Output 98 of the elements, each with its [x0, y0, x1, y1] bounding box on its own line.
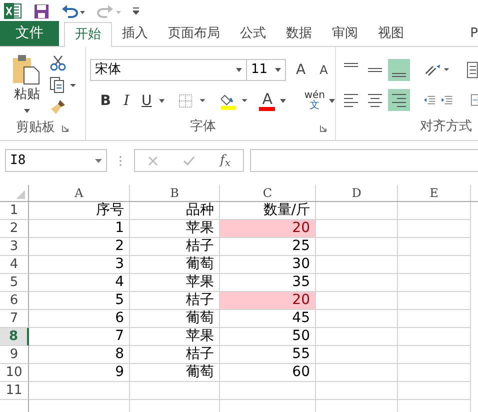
ribbon-tab[interactable]: 视图 [368, 21, 414, 46]
table-cell: 苹果 [130, 274, 220, 292]
table-cell: 25 [220, 238, 316, 256]
table-cell: 葡萄 [130, 364, 220, 382]
caret-icon[interactable] [236, 68, 242, 72]
ribbon-tab[interactable]: 页面布局 [158, 21, 230, 46]
bottom-align-button[interactable] [388, 59, 410, 81]
table-cell: 8 [29, 346, 130, 364]
checkmark-icon[interactable] [182, 156, 195, 166]
column-header[interactable]: B [130, 185, 220, 201]
customize-toolbar-icon[interactable] [133, 7, 139, 15]
table-cell: 桔子 [130, 346, 220, 364]
table-cell: 7 [29, 328, 130, 346]
table-cell: 20 [220, 292, 316, 310]
undo-icon[interactable] [61, 4, 85, 18]
table-cell: 品种 [130, 202, 220, 220]
scissors-icon[interactable] [50, 55, 66, 71]
font-color-button[interactable]: A [259, 92, 286, 110]
group-label: 对齐方式 [420, 118, 472, 136]
caret-icon[interactable] [275, 68, 281, 72]
dialog-launcher-icon[interactable] [320, 125, 327, 132]
wrap-text-icon[interactable] [467, 61, 478, 79]
caret-icon[interactable] [280, 99, 286, 103]
table-cell: 6 [29, 310, 130, 328]
font-name-field[interactable]: 宋体 [90, 59, 247, 81]
underline-button[interactable]: U [140, 90, 154, 112]
caret-icon[interactable] [159, 99, 165, 103]
table-cell: 60 [220, 364, 316, 382]
ribbon-tab[interactable]: 数据 [276, 21, 322, 46]
name-box[interactable]: I8 [5, 149, 107, 172]
formula-input-field[interactable] [250, 149, 478, 172]
excel-logo-icon[interactable] [4, 3, 22, 19]
paste-label[interactable]: 粘贴 [14, 85, 40, 104]
row-header[interactable]: 5 [0, 274, 29, 292]
row-header[interactable]: 4 [0, 256, 29, 274]
copy-icon[interactable] [50, 77, 76, 93]
fill-color-icon[interactable] [221, 92, 250, 110]
decrease-indent-icon[interactable] [424, 93, 436, 107]
table-cell: 序号 [29, 202, 130, 220]
align-lines-icon [367, 68, 383, 72]
row-header[interactable]: 8 [0, 328, 29, 346]
caret-icon[interactable] [24, 108, 30, 112]
ribbon-tab[interactable]: 审阅 [322, 21, 368, 46]
table-cell: 葡萄 [130, 310, 220, 328]
table-cell: 2 [29, 238, 130, 256]
table-cell: 30 [220, 256, 316, 274]
dialog-launcher-icon[interactable] [62, 124, 69, 132]
ribbon-tab[interactable]: P [470, 21, 478, 46]
ribbon-tab[interactable]: 开始 [64, 22, 112, 47]
bold-button[interactable]: B [98, 90, 114, 112]
table-cell: 4 [29, 274, 130, 292]
column-header[interactable]: D [316, 185, 398, 201]
row-header[interactable]: 10 [0, 364, 29, 382]
drag-handle-icon[interactable] [119, 154, 122, 166]
paste-icon[interactable] [12, 55, 42, 85]
align-lines-icon [391, 94, 407, 106]
table-cell: 50 [220, 328, 316, 346]
row-header[interactable]: 3 [0, 238, 29, 256]
column-header[interactable]: E [398, 185, 471, 201]
increase-indent-icon[interactable] [441, 93, 452, 107]
phonetic-guide-button[interactable]: wén 文 [304, 91, 336, 111]
table-cell: 1 [29, 220, 130, 238]
column-header[interactable]: C [220, 185, 316, 201]
font-size-field[interactable]: 11 [246, 59, 286, 81]
italic-button[interactable]: I [119, 90, 134, 112]
row-header[interactable]: 2 [0, 220, 29, 238]
table-cell: 3 [29, 256, 130, 274]
borders-icon[interactable] [178, 94, 208, 108]
ribbon-tab[interactable]: 插入 [112, 21, 158, 46]
align-lines-icon [343, 63, 359, 67]
grow-font-button[interactable]: A [292, 60, 310, 80]
align-right-button[interactable] [388, 89, 410, 111]
align-lines-icon [367, 94, 383, 106]
align-lines-icon [343, 94, 359, 106]
insert-function-button[interactable]: f$_{x}$ [220, 150, 230, 170]
format-painter-icon[interactable] [50, 99, 66, 115]
row-header[interactable]: 9 [0, 346, 29, 364]
table-cell: 55 [220, 346, 316, 364]
group-label: 剪贴板 [16, 119, 55, 138]
table-cell: 葡萄 [130, 256, 220, 274]
save-icon[interactable] [34, 4, 49, 18]
group-label: 字体 [190, 118, 216, 136]
ribbon-tab[interactable]: 公式 [230, 21, 276, 46]
file-tab[interactable]: 文件 [0, 21, 59, 46]
table-cell: 20 [220, 220, 316, 238]
table-cell: 5 [29, 292, 130, 310]
row-header[interactable]: 11 [0, 382, 29, 400]
table-cell: 45 [220, 310, 316, 328]
column-header[interactable]: A [29, 185, 130, 201]
align-lines-icon [391, 73, 407, 77]
row-header[interactable]: 6 [0, 292, 29, 310]
table-cell: 苹果 [130, 328, 220, 346]
table-cell: 9 [29, 364, 130, 382]
shrink-font-button[interactable]: A [316, 61, 332, 79]
table-cell: 桔子 [130, 238, 220, 256]
caret-icon[interactable] [329, 99, 336, 103]
orientation-icon[interactable] [424, 62, 450, 78]
row-header[interactable]: 1 [0, 202, 29, 220]
